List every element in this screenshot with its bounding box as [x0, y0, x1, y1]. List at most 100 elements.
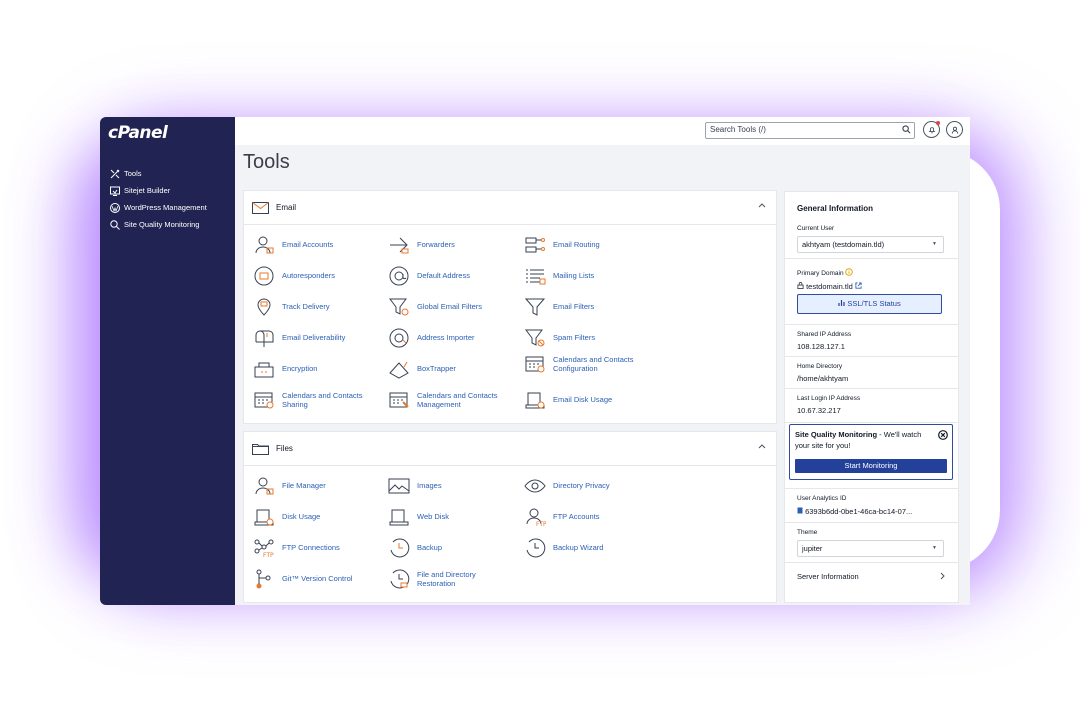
home-directory-section: Home Directory /home/akhtyam: [785, 356, 958, 389]
files-panel-header[interactable]: Files: [244, 432, 776, 466]
tool-forwarders[interactable]: Forwarders: [387, 234, 509, 256]
at-sign-icon: [387, 265, 411, 287]
tool-default-address[interactable]: Default Address: [387, 265, 509, 287]
calendar-share-icon: [252, 389, 276, 411]
sidebar-item-sitejet-builder[interactable]: Sitejet Builder: [109, 182, 207, 199]
last-login-value: 10.67.32.217: [797, 406, 841, 415]
primary-domain-section: Primary Domain testdomain.tld: [785, 258, 958, 325]
sidebar-nav: Tools Sitejet Builder WordPress Manageme…: [109, 165, 207, 233]
tool-track-delivery[interactable]: Track Delivery: [252, 296, 374, 318]
tools-icon: [109, 168, 120, 179]
sidebar-item-site-quality-monitoring[interactable]: Site Quality Monitoring: [109, 216, 207, 233]
notifications-button[interactable]: [923, 121, 940, 138]
cpanel-window: cPanel Tools Sitejet Builder WordPress M…: [100, 117, 970, 605]
sqm-text: Site Quality Monitoring - We'll watch yo…: [795, 430, 922, 450]
external-link-icon: [855, 282, 862, 289]
tool-git-version-control[interactable]: Git™ Version Control: [252, 568, 374, 590]
tool-email-deliverability[interactable]: Email Deliverability: [252, 327, 374, 349]
tool-ftp-connections[interactable]: FTP FTP Connections: [252, 537, 374, 559]
tool-calendars-contacts-configuration[interactable]: Calendars and Contacts Configuration: [523, 353, 645, 375]
tool-file-directory-restoration[interactable]: File and Directory Restoration: [387, 568, 509, 590]
analytics-id[interactable]: 6393b6dd-0be1-46ca-bc14-07...: [797, 507, 912, 516]
filter-icon: [523, 296, 547, 318]
ssl-tls-status-button[interactable]: SSL/TLS Status: [797, 294, 942, 314]
backup-wizard-icon: [523, 537, 547, 559]
theme-section: Theme jupiter ▼: [785, 522, 958, 563]
current-user-select[interactable]: akhtyam (testdomain.tld) ▼: [797, 236, 944, 253]
tool-boxtrapper[interactable]: BoxTrapper: [387, 358, 509, 380]
restore-icon: [387, 568, 411, 590]
routing-icon: [523, 234, 547, 256]
tool-calendars-contacts-sharing[interactable]: Calendars and Contacts Sharing: [252, 389, 374, 411]
last-login-section: Last Login IP Address 10.67.32.217: [785, 388, 958, 423]
chevron-up-icon[interactable]: [758, 202, 766, 208]
server-info-row[interactable]: Server Information: [785, 562, 958, 590]
disk-icon: [252, 506, 276, 528]
shared-ip-section: Shared IP Address 108.128.127.1: [785, 324, 958, 357]
tool-calendars-contacts-management[interactable]: Calendars and Contacts Management: [387, 389, 509, 411]
chevron-up-icon[interactable]: [758, 443, 766, 449]
tool-email-filters[interactable]: Email Filters: [523, 296, 645, 318]
tool-autoresponders[interactable]: Autoresponders: [252, 265, 374, 287]
start-monitoring-button[interactable]: Start Monitoring: [795, 459, 947, 473]
current-user-section: General Information Current User akhtyam…: [785, 192, 958, 259]
sidebar-item-tools[interactable]: Tools: [109, 165, 207, 182]
tool-email-disk-usage[interactable]: Email Disk Usage: [523, 389, 645, 411]
image-icon: [387, 475, 411, 497]
user-account-icon: [252, 234, 276, 256]
tool-web-disk[interactable]: Web Disk: [387, 506, 509, 528]
bell-icon: [928, 126, 935, 133]
general-info-title: General Information: [797, 204, 874, 213]
tool-address-importer[interactable]: Address Importer: [387, 327, 509, 349]
close-icon[interactable]: [938, 430, 948, 440]
spam-filter-icon: [523, 327, 547, 349]
svg-text:FTP: FTP: [263, 552, 274, 558]
primary-domain-link[interactable]: testdomain.tld: [797, 282, 862, 291]
tool-email-routing[interactable]: Email Routing: [523, 234, 645, 256]
tool-backup-wizard[interactable]: Backup Wizard: [523, 537, 645, 559]
tool-mailing-lists[interactable]: Mailing Lists: [523, 265, 645, 287]
tool-images[interactable]: Images: [387, 475, 509, 497]
tool-email-accounts[interactable]: Email Accounts: [252, 234, 374, 256]
ftp-user-icon: FTP: [523, 506, 547, 528]
sidebar-item-label: WordPress Management: [124, 203, 207, 212]
location-pin-icon: [252, 296, 276, 318]
filter-globe-icon: [387, 296, 411, 318]
search-input[interactable]: Search Tools (/): [705, 122, 915, 139]
tool-disk-usage[interactable]: Disk Usage: [252, 506, 374, 528]
lock-icon: [797, 282, 804, 289]
folder-icon: [252, 442, 270, 456]
shared-ip-label: Shared IP Address: [797, 331, 852, 338]
svg-text:FTP: FTP: [536, 521, 546, 527]
files-panel: Files File Manager Images Directory Priv…: [243, 431, 777, 603]
home-directory-value: /home/akhtyam: [797, 374, 849, 383]
search-icon: [902, 125, 911, 134]
tool-ftp-accounts[interactable]: FTP FTP Accounts: [523, 506, 645, 528]
tool-encryption[interactable]: Encryption: [252, 358, 374, 380]
sidebar: cPanel Tools Sitejet Builder WordPress M…: [100, 117, 235, 605]
email-panel: Email Email Accounts Forwarders Email Ro…: [243, 190, 777, 424]
cpanel-logo: cPanel: [108, 123, 168, 143]
file-manager-icon: [252, 475, 276, 497]
bar-chart-icon: [838, 300, 845, 306]
user-menu-button[interactable]: [946, 121, 963, 138]
dropdown-arrow-icon: ▼: [932, 545, 937, 551]
disk-usage-icon: [523, 389, 547, 411]
tool-global-email-filters[interactable]: Global Email Filters: [387, 296, 509, 318]
theme-select[interactable]: jupiter ▼: [797, 540, 944, 557]
tool-spam-filters[interactable]: Spam Filters: [523, 327, 645, 349]
current-user-label: Current User: [797, 225, 835, 232]
calendar-config-icon: [523, 353, 547, 375]
encryption-icon: [252, 358, 276, 380]
sitejet-icon: [109, 185, 120, 196]
tool-directory-privacy[interactable]: Directory Privacy: [523, 475, 645, 497]
list-icon: [523, 265, 547, 287]
tool-backup[interactable]: Backup: [387, 537, 509, 559]
tool-file-manager[interactable]: File Manager: [252, 475, 374, 497]
server-information-link[interactable]: Server Information: [797, 572, 859, 581]
sidebar-item-wordpress-management[interactable]: WordPress Management: [109, 199, 207, 216]
copy-icon: [797, 507, 803, 514]
boxtrapper-icon: [387, 358, 411, 380]
email-panel-header[interactable]: Email: [244, 191, 776, 225]
forward-arrow-icon: [387, 234, 411, 256]
